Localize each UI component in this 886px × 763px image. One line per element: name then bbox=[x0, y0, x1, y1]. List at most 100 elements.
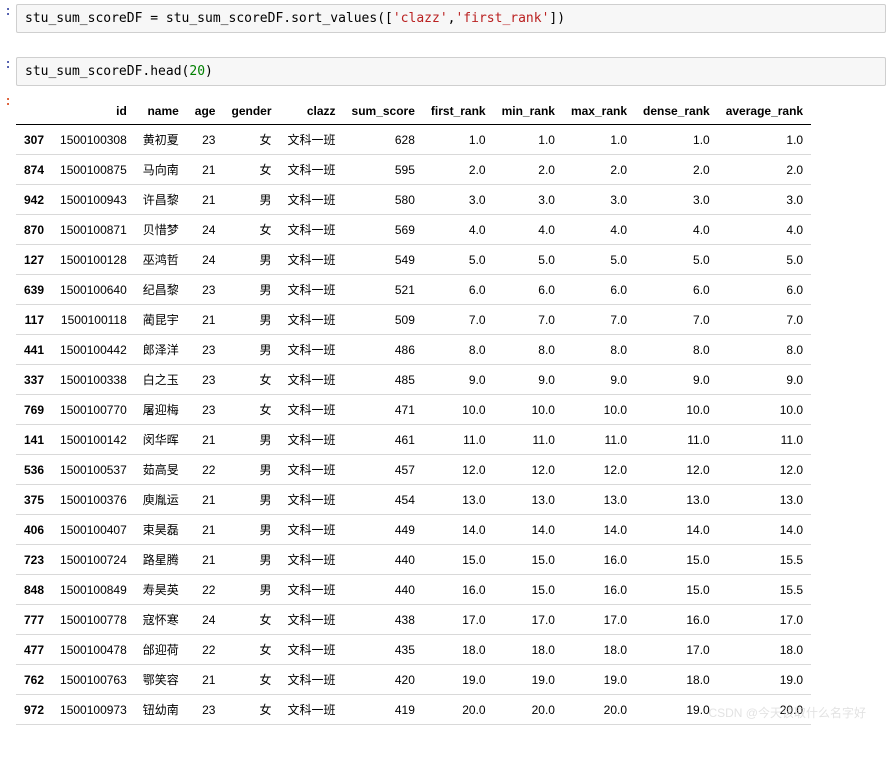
cell-average_rank: 1.0 bbox=[718, 125, 811, 155]
row-index: 117 bbox=[16, 305, 52, 335]
table-row: 7621500100763鄂笑容21女文科一班42019.019.019.018… bbox=[16, 665, 811, 695]
code-end: ) bbox=[205, 64, 213, 79]
cell-id: 1500100875 bbox=[52, 155, 135, 185]
cell-first_rank: 9.0 bbox=[423, 365, 494, 395]
cell-age: 21 bbox=[187, 305, 224, 335]
cell-gender: 男 bbox=[223, 275, 279, 305]
cell-min_rank: 6.0 bbox=[494, 275, 563, 305]
cell-max_rank: 8.0 bbox=[563, 335, 635, 365]
cell-clazz: 文科一班 bbox=[280, 215, 344, 245]
cell-id: 1500100763 bbox=[52, 665, 135, 695]
code-input-1[interactable]: stu_sum_scoreDF = stu_sum_scoreDF.sort_v… bbox=[16, 4, 886, 33]
cell-max_rank: 2.0 bbox=[563, 155, 635, 185]
cell-average_rank: 3.0 bbox=[718, 185, 811, 215]
table-row: 4061500100407束昊磊21男文科一班44914.014.014.014… bbox=[16, 515, 811, 545]
code-text: stu_sum_scoreDF = stu_sum_scoreDF.sort_v… bbox=[25, 11, 393, 26]
input-cell-1: : stu_sum_scoreDF = stu_sum_scoreDF.sort… bbox=[0, 0, 886, 37]
cell-sum_score: 569 bbox=[344, 215, 423, 245]
cell-age: 21 bbox=[187, 155, 224, 185]
cell-name: 寿昊英 bbox=[135, 575, 187, 605]
cell-gender: 男 bbox=[223, 245, 279, 275]
table-head: idnameagegenderclazzsum_scorefirst_rankm… bbox=[16, 98, 811, 125]
cell-name: 纪昌黎 bbox=[135, 275, 187, 305]
cell-id: 1500100537 bbox=[52, 455, 135, 485]
cell-clazz: 文科一班 bbox=[280, 455, 344, 485]
table-row: 7231500100724路星腾21男文科一班44015.015.016.015… bbox=[16, 545, 811, 575]
column-header: gender bbox=[223, 98, 279, 125]
cell-gender: 女 bbox=[223, 695, 279, 725]
table-body: 3071500100308黄初夏23女文科一班6281.01.01.01.01.… bbox=[16, 125, 811, 725]
cell-max_rank: 16.0 bbox=[563, 545, 635, 575]
column-header: dense_rank bbox=[635, 98, 718, 125]
cell-age: 24 bbox=[187, 215, 224, 245]
cell-gender: 男 bbox=[223, 485, 279, 515]
row-index: 870 bbox=[16, 215, 52, 245]
cell-min_rank: 9.0 bbox=[494, 365, 563, 395]
cell-name: 屠迎梅 bbox=[135, 395, 187, 425]
cell-max_rank: 14.0 bbox=[563, 515, 635, 545]
cell-clazz: 文科一班 bbox=[280, 695, 344, 725]
cell-average_rank: 12.0 bbox=[718, 455, 811, 485]
cell-max_rank: 9.0 bbox=[563, 365, 635, 395]
row-index: 477 bbox=[16, 635, 52, 665]
cell-average_rank: 6.0 bbox=[718, 275, 811, 305]
cell-dense_rank: 18.0 bbox=[635, 665, 718, 695]
cell-clazz: 文科一班 bbox=[280, 275, 344, 305]
cell-sum_score: 485 bbox=[344, 365, 423, 395]
cell-gender: 男 bbox=[223, 515, 279, 545]
cell-id: 1500100407 bbox=[52, 515, 135, 545]
cell-average_rank: 13.0 bbox=[718, 485, 811, 515]
cell-first_rank: 14.0 bbox=[423, 515, 494, 545]
cell-sum_score: 457 bbox=[344, 455, 423, 485]
cell-id: 1500100973 bbox=[52, 695, 135, 725]
cell-name: 马向南 bbox=[135, 155, 187, 185]
column-header: id bbox=[52, 98, 135, 125]
cell-gender: 男 bbox=[223, 305, 279, 335]
cell-dense_rank: 15.0 bbox=[635, 545, 718, 575]
row-index: 375 bbox=[16, 485, 52, 515]
cell-age: 21 bbox=[187, 665, 224, 695]
code-string: 'clazz' bbox=[393, 11, 448, 26]
cell-average_rank: 2.0 bbox=[718, 155, 811, 185]
row-index: 723 bbox=[16, 545, 52, 575]
dataframe-table: idnameagegenderclazzsum_scorefirst_rankm… bbox=[16, 98, 811, 725]
cell-clazz: 文科一班 bbox=[280, 665, 344, 695]
table-row: 8481500100849寿昊英22男文科一班44016.015.016.015… bbox=[16, 575, 811, 605]
cell-id: 1500100724 bbox=[52, 545, 135, 575]
cell-max_rank: 18.0 bbox=[563, 635, 635, 665]
cell-first_rank: 17.0 bbox=[423, 605, 494, 635]
row-index: 441 bbox=[16, 335, 52, 365]
cell-gender: 男 bbox=[223, 335, 279, 365]
cell-age: 23 bbox=[187, 695, 224, 725]
row-index: 762 bbox=[16, 665, 52, 695]
cell-age: 22 bbox=[187, 455, 224, 485]
cell-max_rank: 11.0 bbox=[563, 425, 635, 455]
row-index: 639 bbox=[16, 275, 52, 305]
row-index: 337 bbox=[16, 365, 52, 395]
cell-age: 24 bbox=[187, 605, 224, 635]
code-number: 20 bbox=[189, 64, 205, 79]
cell-sum_score: 419 bbox=[344, 695, 423, 725]
cell-gender: 女 bbox=[223, 365, 279, 395]
cell-clazz: 文科一班 bbox=[280, 545, 344, 575]
row-index: 769 bbox=[16, 395, 52, 425]
cell-average_rank: 4.0 bbox=[718, 215, 811, 245]
code-input-2[interactable]: stu_sum_scoreDF.head(20) bbox=[16, 57, 886, 86]
cell-dense_rank: 19.0 bbox=[635, 695, 718, 725]
output-cell: : idnameagegenderclazzsum_scorefirst_ran… bbox=[0, 90, 886, 729]
cell-max_rank: 20.0 bbox=[563, 695, 635, 725]
cell-min_rank: 2.0 bbox=[494, 155, 563, 185]
column-header: average_rank bbox=[718, 98, 811, 125]
cell-sum_score: 420 bbox=[344, 665, 423, 695]
row-index: 127 bbox=[16, 245, 52, 275]
cell-name: 闵华晖 bbox=[135, 425, 187, 455]
cell-sum_score: 580 bbox=[344, 185, 423, 215]
cell-id: 1500100338 bbox=[52, 365, 135, 395]
cell-gender: 女 bbox=[223, 215, 279, 245]
cell-min_rank: 5.0 bbox=[494, 245, 563, 275]
cell-average_rank: 19.0 bbox=[718, 665, 811, 695]
cell-age: 22 bbox=[187, 635, 224, 665]
cell-min_rank: 19.0 bbox=[494, 665, 563, 695]
table-row: 7691500100770屠迎梅23女文科一班47110.010.010.010… bbox=[16, 395, 811, 425]
cell-dense_rank: 12.0 bbox=[635, 455, 718, 485]
